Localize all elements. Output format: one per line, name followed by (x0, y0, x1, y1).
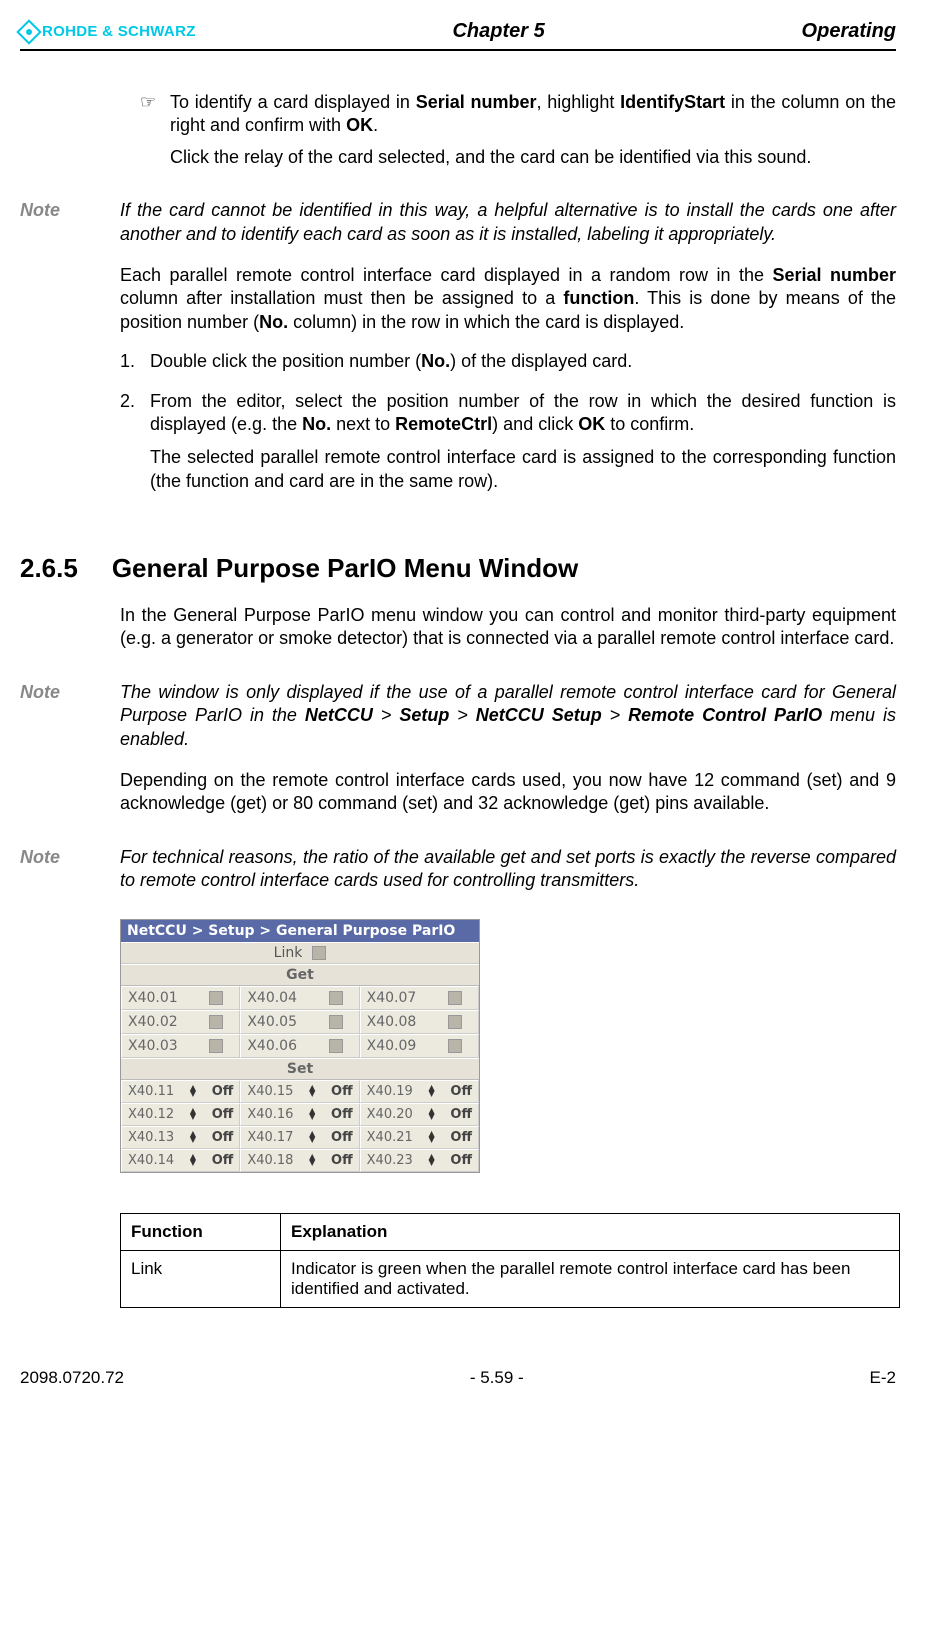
spinner-icon: ▲▼ (190, 1154, 196, 1166)
footer-left: 2098.0720.72 (20, 1368, 124, 1388)
note-2: Note The window is only displayed if the… (20, 681, 896, 751)
led-icon (209, 991, 223, 1005)
table-header-function: Function (121, 1213, 281, 1250)
set-grid: X40.11▲▼Off X40.15▲▼Off X40.19▲▼Off X40.… (121, 1080, 479, 1172)
section-number: 2.6.5 (20, 553, 78, 584)
identify-sub: Click the relay of the card selected, an… (170, 146, 896, 169)
led-icon (209, 1039, 223, 1053)
table-row: Link Indicator is green when the paralle… (121, 1250, 900, 1307)
table-header-explanation: Explanation (281, 1213, 900, 1250)
spinner-icon: ▲▼ (309, 1085, 315, 1097)
spinner-icon: ▲▼ (190, 1131, 196, 1143)
led-icon (448, 991, 462, 1005)
set-cell: X40.14▲▼Off (121, 1149, 240, 1172)
footer-right: E-2 (870, 1368, 896, 1388)
step-1-text: Double click the position number (No.) o… (150, 350, 896, 373)
section-intro: In the General Purpose ParIO menu window… (120, 604, 896, 651)
step-2-num: 2. (120, 390, 140, 437)
set-section-bar: Set (121, 1058, 479, 1080)
led-icon (329, 1039, 343, 1053)
get-cell: X40.05 (240, 1010, 359, 1034)
get-cell: X40.07 (360, 986, 479, 1010)
get-cell: X40.08 (360, 1010, 479, 1034)
step-2-sub: The selected parallel remote control int… (150, 446, 896, 493)
get-cell: X40.02 (121, 1010, 240, 1034)
set-cell: X40.23▲▼Off (360, 1149, 479, 1172)
spinner-icon: ▲▼ (309, 1108, 315, 1120)
embed-link-label: Link (274, 945, 303, 961)
step-2-text: From the editor, select the position num… (150, 390, 896, 437)
note-3: Note For technical reasons, the ratio of… (20, 846, 896, 893)
brand-text: ROHDE & SCHWARZ (42, 23, 196, 40)
get-cell: X40.04 (240, 986, 359, 1010)
led-icon (448, 1015, 462, 1029)
get-cell: X40.01 (121, 986, 240, 1010)
led-icon (329, 1015, 343, 1029)
get-cell: X40.09 (360, 1034, 479, 1058)
spinner-icon: ▲▼ (190, 1085, 196, 1097)
set-cell: X40.15▲▼Off (240, 1080, 359, 1103)
brand-logo-icon (16, 19, 41, 44)
identify-bullet-text: To identify a card displayed in Serial n… (170, 91, 896, 138)
note-1: Note If the card cannot be identified in… (20, 199, 896, 246)
note-label: Note (20, 199, 100, 246)
page-header: ROHDE & SCHWARZ Chapter 5 Operating (20, 20, 896, 51)
link-led-icon (312, 946, 326, 960)
spinner-icon: ▲▼ (190, 1108, 196, 1120)
note-text: If the card cannot be identified in this… (120, 199, 896, 246)
step-1-num: 1. (120, 350, 140, 373)
section-title: General Purpose ParIO Menu Window (112, 553, 578, 584)
set-cell: X40.13▲▼Off (121, 1126, 240, 1149)
get-cell: X40.06 (240, 1034, 359, 1058)
step-2: 2. From the editor, select the position … (120, 390, 896, 437)
set-cell: X40.16▲▼Off (240, 1103, 359, 1126)
spinner-icon: ▲▼ (309, 1154, 315, 1166)
led-icon (209, 1015, 223, 1029)
pins-paragraph: Depending on the remote control interfac… (120, 769, 896, 816)
spinner-icon: ▲▼ (429, 1154, 435, 1166)
led-icon (329, 991, 343, 1005)
page-footer: 2098.0720.72 - 5.59 - E-2 (20, 1368, 896, 1388)
identify-bullet: ☞ To identify a card displayed in Serial… (140, 91, 896, 138)
assign-paragraph: Each parallel remote control interface c… (120, 264, 896, 334)
note-text: The window is only displayed if the use … (120, 681, 896, 751)
get-section-bar: Get (121, 964, 479, 986)
led-icon (448, 1039, 462, 1053)
footer-center: - 5.59 - (470, 1368, 524, 1388)
table-header-row: Function Explanation (121, 1213, 900, 1250)
chapter-label: Chapter 5 (452, 20, 544, 43)
spinner-icon: ▲▼ (429, 1085, 435, 1097)
spinner-icon: ▲▼ (429, 1108, 435, 1120)
embed-link-row: Link (121, 942, 479, 964)
get-grid: X40.01 X40.04 X40.07 X40.02 X40.05 X40.0… (121, 986, 479, 1058)
note-label: Note (20, 681, 100, 751)
spinner-icon: ▲▼ (429, 1131, 435, 1143)
set-cell: X40.12▲▼Off (121, 1103, 240, 1126)
operating-label: Operating (802, 20, 896, 43)
pointer-icon: ☞ (140, 91, 160, 138)
function-table: Function Explanation Link Indicator is g… (120, 1213, 900, 1308)
brand-logo: ROHDE & SCHWARZ (20, 23, 196, 41)
set-cell: X40.19▲▼Off (360, 1080, 479, 1103)
section-heading: 2.6.5 General Purpose ParIO Menu Window (20, 553, 896, 584)
pario-screenshot: NetCCU > Setup > General Purpose ParIO L… (120, 919, 480, 1173)
step-1: 1. Double click the position number (No.… (120, 350, 896, 373)
note-text: For technical reasons, the ratio of the … (120, 846, 896, 893)
spinner-icon: ▲▼ (309, 1131, 315, 1143)
get-cell: X40.03 (121, 1034, 240, 1058)
note-label: Note (20, 846, 100, 893)
set-cell: X40.18▲▼Off (240, 1149, 359, 1172)
table-cell-explanation: Indicator is green when the parallel rem… (281, 1250, 900, 1307)
set-cell: X40.20▲▼Off (360, 1103, 479, 1126)
set-cell: X40.21▲▼Off (360, 1126, 479, 1149)
set-cell: X40.17▲▼Off (240, 1126, 359, 1149)
table-cell-function: Link (121, 1250, 281, 1307)
set-cell: X40.11▲▼Off (121, 1080, 240, 1103)
embed-titlebar: NetCCU > Setup > General Purpose ParIO (121, 920, 479, 942)
